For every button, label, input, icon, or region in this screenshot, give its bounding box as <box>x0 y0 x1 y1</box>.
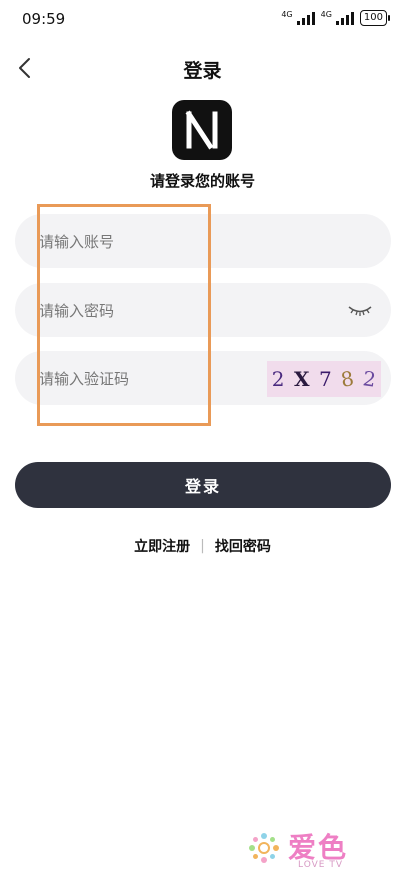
account-field[interactable] <box>15 214 391 270</box>
flower-logo-icon <box>246 830 282 866</box>
captcha-image[interactable]: 2 X 7 8 2 <box>267 361 381 397</box>
captcha-input[interactable] <box>37 351 271 407</box>
battery-icon: 100 <box>359 10 391 26</box>
signal-label-2: 4G <box>320 10 332 19</box>
watermark: 爱色 LOVE TV <box>246 826 376 876</box>
status-time: 09:59 <box>22 10 66 28</box>
register-link[interactable]: 立即注册 <box>134 536 190 556</box>
page-title: 登录 <box>183 60 222 82</box>
status-icons: 4G 4G 100 <box>281 10 391 26</box>
signal-icon: 4G <box>281 10 315 25</box>
account-input[interactable] <box>37 214 271 270</box>
link-separator: | <box>200 538 205 554</box>
captcha-char: 7 <box>319 367 332 391</box>
login-button[interactable]: 登录 <box>15 462 391 508</box>
forgot-password-link[interactable]: 找回密码 <box>215 536 271 556</box>
captcha-field[interactable]: 2 X 7 8 2 <box>15 351 391 407</box>
captcha-char: 2 <box>271 367 285 391</box>
eye-closed-icon[interactable] <box>347 300 373 320</box>
login-subtitle: 请登录您的账号 <box>149 172 255 190</box>
auth-links: 立即注册 | 找回密码 <box>0 536 405 556</box>
captcha-char: 8 <box>339 366 356 392</box>
status-bar: 09:59 4G 4G 100 <box>0 0 405 36</box>
captcha-char: X <box>293 367 310 391</box>
captcha-char: 2 <box>361 366 378 392</box>
signal-label: 4G <box>281 10 293 19</box>
signal-icon-2: 4G <box>321 11 354 25</box>
password-field[interactable] <box>15 283 391 339</box>
app-logo <box>172 100 232 160</box>
watermark-subtitle: LOVE TV <box>298 860 343 870</box>
password-input[interactable] <box>37 283 271 339</box>
